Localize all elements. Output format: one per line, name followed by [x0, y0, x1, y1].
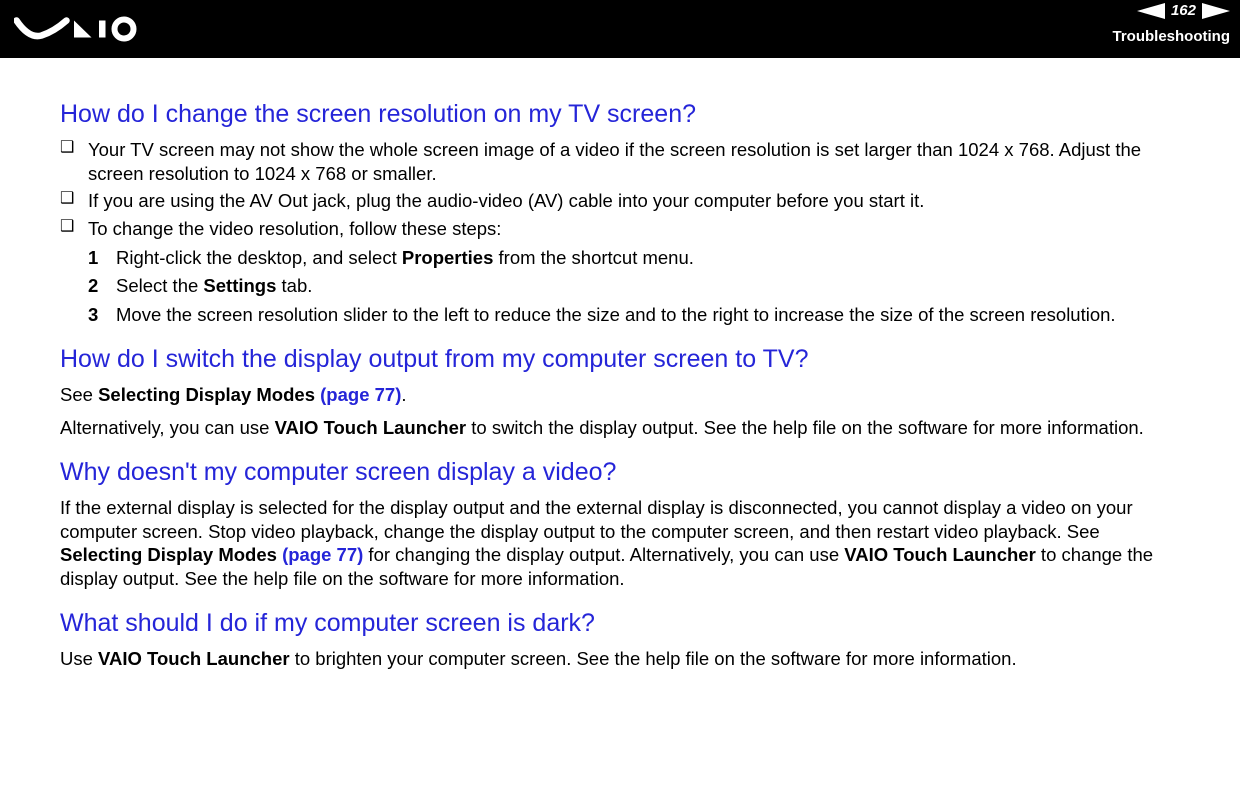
text: If the external display is selected for …	[60, 497, 1133, 542]
list-item: To change the video resolution, follow t…	[60, 217, 1180, 241]
bold-text: Properties	[402, 247, 494, 268]
bold-text: VAIO Touch Launcher	[275, 417, 467, 438]
page-nav: 162	[1137, 2, 1230, 19]
list-item: Your TV screen may not show the whole sc…	[60, 138, 1180, 185]
bullet-list: Your TV screen may not show the whole sc…	[60, 138, 1180, 241]
page-content: How do I change the screen resolution on…	[0, 58, 1240, 700]
text: See	[60, 384, 98, 405]
section-title: Troubleshooting	[1113, 28, 1231, 45]
bold-text: Settings	[203, 275, 276, 296]
text: Select the	[116, 275, 203, 296]
paragraph: Alternatively, you can use VAIO Touch La…	[60, 416, 1180, 440]
prev-page-arrow-icon[interactable]	[1137, 3, 1165, 19]
text: Use	[60, 648, 98, 669]
step-list: Right-click the desktop, and select Prop…	[88, 246, 1180, 327]
page-link[interactable]: (page 77)	[320, 384, 401, 405]
text: .	[401, 384, 406, 405]
bold-text: VAIO Touch Launcher	[98, 648, 290, 669]
page-link[interactable]: (page 77)	[282, 544, 363, 565]
list-item: Select the Settings tab.	[88, 274, 1180, 298]
bold-text: VAIO Touch Launcher	[844, 544, 1036, 565]
bold-text: Selecting Display Modes	[60, 544, 282, 565]
question-heading: What should I do if my computer screen i…	[60, 607, 1180, 639]
list-item: Right-click the desktop, and select Prop…	[88, 246, 1180, 270]
paragraph: Use VAIO Touch Launcher to brighten your…	[60, 647, 1180, 671]
paragraph: See Selecting Display Modes (page 77).	[60, 383, 1180, 407]
text: to brighten your computer screen. See th…	[290, 648, 1017, 669]
list-item: Move the screen resolution slider to the…	[88, 303, 1180, 327]
question-heading: Why doesn't my computer screen display a…	[60, 456, 1180, 488]
list-item: If you are using the AV Out jack, plug t…	[60, 189, 1180, 213]
text: for changing the display output. Alterna…	[363, 544, 844, 565]
text: Right-click the desktop, and select	[116, 247, 402, 268]
page-number: 162	[1171, 2, 1196, 19]
text: to switch the display output. See the he…	[466, 417, 1144, 438]
vaio-logo	[14, 14, 154, 44]
text: Alternatively, you can use	[60, 417, 275, 438]
text: from the shortcut menu.	[493, 247, 694, 268]
paragraph: If the external display is selected for …	[60, 496, 1180, 591]
question-heading: How do I change the screen resolution on…	[60, 98, 1180, 130]
question-heading: How do I switch the display output from …	[60, 343, 1180, 375]
next-page-arrow-icon[interactable]	[1202, 3, 1230, 19]
page-header: 162 Troubleshooting	[0, 0, 1240, 58]
text: tab.	[276, 275, 312, 296]
bold-text: Selecting Display Modes	[98, 384, 320, 405]
